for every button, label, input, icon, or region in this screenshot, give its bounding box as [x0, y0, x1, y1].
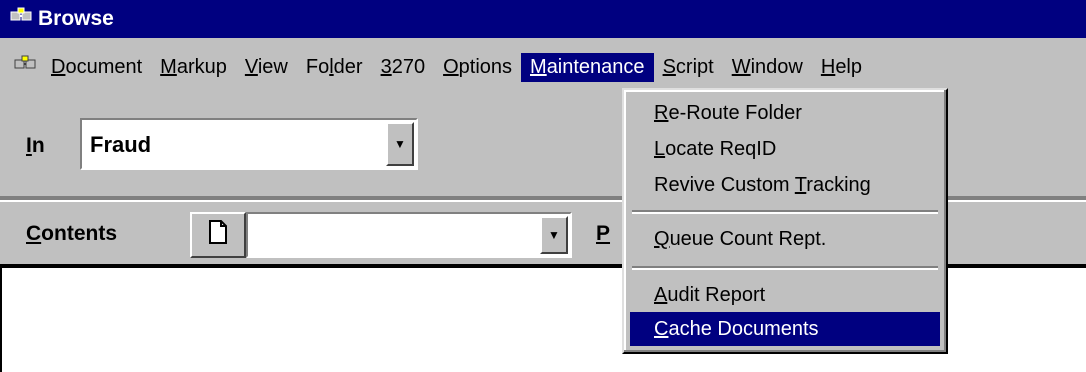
document-window-icon[interactable] — [14, 55, 36, 79]
contents-dropdown-button[interactable]: ▼ — [540, 216, 568, 254]
menu-item-audit-report[interactable]: Audit Report — [630, 278, 940, 312]
in-label: In — [26, 134, 45, 157]
folder-select[interactable]: Fraud ▼ — [80, 118, 418, 170]
title-bar: Browse — [0, 0, 1086, 38]
p-label: P — [596, 222, 611, 245]
window-title: Browse — [38, 7, 114, 30]
menu-item-revive-custom-tracking[interactable]: Revive Custom Tracking — [630, 168, 940, 202]
maintenance-menu: Re-Route Folder Locate ReqID Revive Cust… — [622, 88, 948, 354]
menu-item-locate-reqid[interactable]: Locate ReqID — [630, 132, 940, 166]
content-left-border — [0, 268, 2, 372]
menu-markup[interactable]: Markup — [151, 53, 236, 82]
menu-folder[interactable]: Folder — [297, 53, 372, 82]
menu-3270[interactable]: 3270 — [372, 53, 435, 82]
app-icon — [10, 7, 32, 31]
menu-help[interactable]: Help — [812, 53, 871, 82]
chevron-down-icon: ▼ — [548, 228, 560, 242]
menu-separator — [632, 266, 938, 270]
menu-item-cache-documents[interactable]: Cache Documents — [630, 312, 940, 346]
menu-window[interactable]: Window — [723, 53, 812, 82]
contents-label: Contents — [26, 222, 117, 245]
menu-item-queue-count-rept[interactable]: Queue Count Rept. — [630, 222, 940, 256]
menu-maintenance[interactable]: Maintenance — [521, 52, 654, 82]
menu-options[interactable]: Options — [434, 53, 521, 82]
menu-document[interactable]: Document — [42, 53, 151, 82]
menu-item-reroute-folder[interactable]: Re-Route Folder — [630, 96, 940, 130]
menu-view[interactable]: View — [236, 53, 297, 82]
document-icon — [208, 220, 228, 250]
menu-separator — [632, 210, 938, 214]
contents-select[interactable]: ▼ — [246, 212, 572, 258]
menu-script[interactable]: Script — [654, 53, 723, 82]
folder-select-value: Fraud — [90, 132, 152, 157]
folder-dropdown-button[interactable]: ▼ — [386, 122, 414, 166]
chevron-down-icon: ▼ — [394, 137, 406, 151]
new-document-button[interactable] — [190, 212, 246, 258]
